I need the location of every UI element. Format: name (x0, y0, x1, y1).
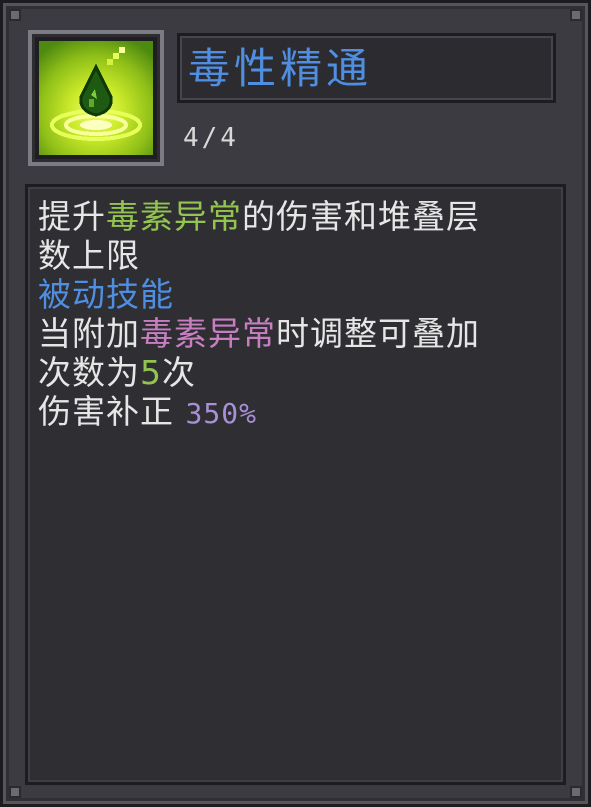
description-text: 次数为 (38, 353, 140, 392)
corner-stud (570, 786, 582, 798)
description-line: 提升毒素异常的伤害和堆叠层 (38, 197, 553, 236)
poison-drop-icon (39, 41, 153, 155)
stack-count-value: 5 (140, 353, 162, 392)
skill-name: 毒性精通 (188, 44, 373, 93)
description-text: 伤害补正 (38, 392, 186, 431)
description-line: 当附加毒素异常时调整可叠加 (38, 314, 553, 353)
corner-stud (9, 9, 21, 21)
description-text: 提升 (38, 197, 106, 236)
damage-modifier-value: 350% (185, 397, 257, 430)
skill-name-box: 毒性精通 (177, 33, 556, 103)
skill-level: 4/4 (183, 123, 239, 153)
description-line: 数上限 (38, 236, 140, 275)
description-text: 次 (162, 353, 196, 392)
description-panel: 提升毒素异常的伤害和堆叠层 数上限 被动技能 当附加毒素异常时调整可叠加 次数为… (25, 184, 566, 785)
description-text: 当附加 (38, 314, 140, 353)
corner-stud (570, 9, 582, 21)
corner-stud (9, 786, 21, 798)
description-text: 时调整可叠加 (276, 314, 480, 353)
description-text: 的伤害和堆叠层 (242, 197, 480, 236)
description-line: 次数为5次 (38, 353, 553, 392)
description-line: 伤害补正 350% (38, 392, 553, 433)
skill-type-label: 被动技能 (38, 275, 174, 314)
skill-tooltip: 毒性精通 4/4 提升毒素异常的伤害和堆叠层 数上限 被动技能 当附加毒素异常时… (0, 0, 591, 807)
skill-icon-frame (28, 30, 164, 166)
status-keyword: 毒素异常 (106, 197, 242, 236)
status-keyword: 毒素异常 (140, 314, 276, 353)
